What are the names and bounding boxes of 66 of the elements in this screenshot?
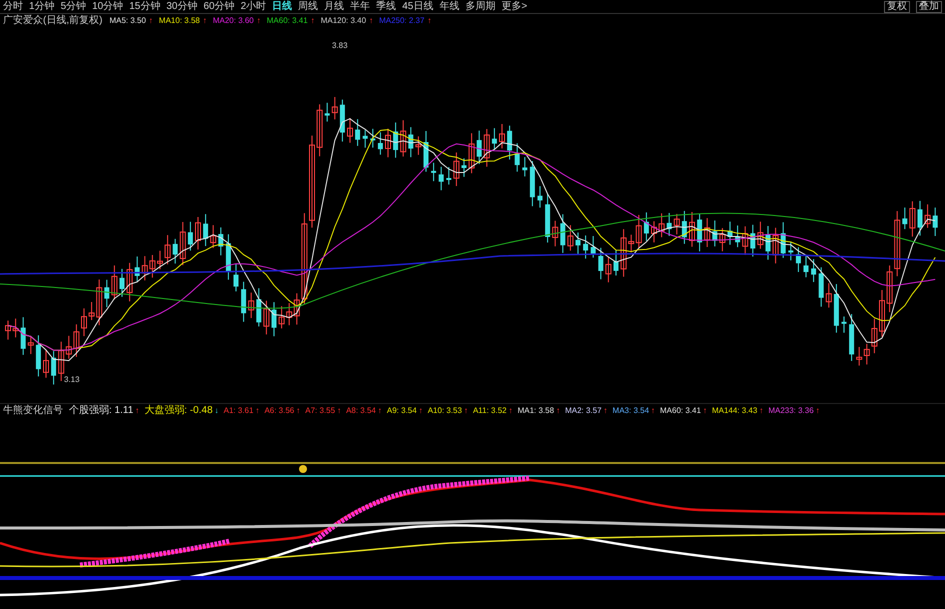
trend-arrow: ↑: [759, 407, 764, 415]
indicator-value: MA250: 2.37: [379, 17, 424, 25]
trend-arrow: ↑: [464, 407, 468, 415]
indicator-value: MA144: 3.43: [712, 407, 758, 415]
indicator-value: A1: 3.61: [224, 407, 254, 415]
indicator-value: MA1: 3.58: [518, 407, 554, 415]
trend-arrow: ↑: [296, 407, 300, 415]
trend-arrow: ↑: [310, 17, 315, 25]
period-tab[interactable]: 15分钟: [129, 2, 160, 12]
indicator-value: A7: 3.55: [305, 407, 336, 415]
period-tab[interactable]: 分时: [3, 2, 23, 12]
period-tab[interactable]: 更多>: [501, 2, 528, 12]
trend-arrow: ↑: [604, 407, 608, 415]
period-tab[interactable]: 多周期: [465, 2, 496, 12]
high-price-label: 3.83: [332, 42, 348, 50]
period-tab[interactable]: 日线: [272, 2, 292, 12]
period-tab[interactable]: 1分钟: [29, 2, 55, 12]
indicator-value: MA20: 3.60: [212, 17, 254, 25]
period-tab[interactable]: 2小时: [240, 2, 266, 12]
toolbar-button[interactable]: 复权: [884, 0, 910, 12]
indicator-value: MA60: 3.41: [266, 17, 308, 25]
indicator-value: A8: 3.54: [346, 407, 376, 415]
period-tab[interactable]: 5分钟: [60, 2, 86, 12]
trend-arrow: ↑: [135, 407, 140, 415]
indicator-value: MA2: 3.57: [565, 407, 602, 415]
trend-arrow: ↑: [255, 407, 260, 415]
trend-arrow: ↑: [427, 17, 432, 25]
indicator-title: 牛熊变化信号: [3, 406, 63, 416]
trend-arrow: ↑: [337, 407, 342, 415]
indicator-value: A11: 3.52: [472, 407, 507, 415]
toolbar-button[interactable]: 叠加: [916, 0, 942, 12]
trend-arrow: ↑: [148, 17, 153, 25]
indicator-value: MA3: 3.54: [612, 407, 650, 415]
signal-marker-icon: [299, 465, 307, 473]
indicator-value: MA10: 3.58: [158, 17, 200, 25]
period-tab[interactable]: 半年: [350, 2, 370, 12]
chart-title: 广安爱众(日线,前复权): [3, 16, 102, 26]
indicator-value: MA5: 3.50: [109, 17, 146, 25]
trend-arrow: ↑: [508, 407, 513, 415]
indicator-value: A9: 3.54: [386, 407, 417, 415]
trend-arrow: ↑: [202, 17, 207, 25]
low-price-label: 3.13: [64, 376, 80, 384]
indicator-value: A6: 3.56: [264, 407, 294, 415]
period-tab[interactable]: 周线: [298, 2, 318, 12]
period-tab[interactable]: 月线: [324, 2, 344, 12]
period-tab[interactable]: 季线: [376, 2, 396, 12]
trend-arrow: ↑: [256, 17, 261, 25]
trend-arrow: ↑: [378, 407, 382, 415]
period-tab[interactable]: 年线: [439, 2, 460, 12]
period-tab[interactable]: 60分钟: [204, 2, 235, 12]
trend-arrow: ↑: [702, 407, 707, 415]
indicator-value: 大盘强弱: -0.48: [144, 406, 213, 416]
trend-arrow: ↓: [214, 407, 219, 415]
indicator-value: MA60: 3.41: [660, 407, 701, 415]
period-tab[interactable]: 30分钟: [166, 2, 198, 12]
trend-arrow: ↑: [556, 407, 560, 415]
trend-arrow: ↑: [418, 407, 423, 415]
indicator-value: MA233: 3.36: [768, 407, 814, 415]
period-tab[interactable]: 45日线: [402, 2, 434, 12]
trend-arrow: ↑: [651, 407, 656, 415]
indicator-value: A10: 3.53: [428, 407, 462, 415]
trend-arrow: ↑: [816, 407, 820, 415]
indicator-value: 个股强弱: 1.11: [69, 406, 134, 416]
trend-arrow: ↑: [369, 17, 374, 25]
indicator-value: MA120: 3.40: [320, 17, 366, 25]
period-tab[interactable]: 10分钟: [92, 2, 124, 12]
